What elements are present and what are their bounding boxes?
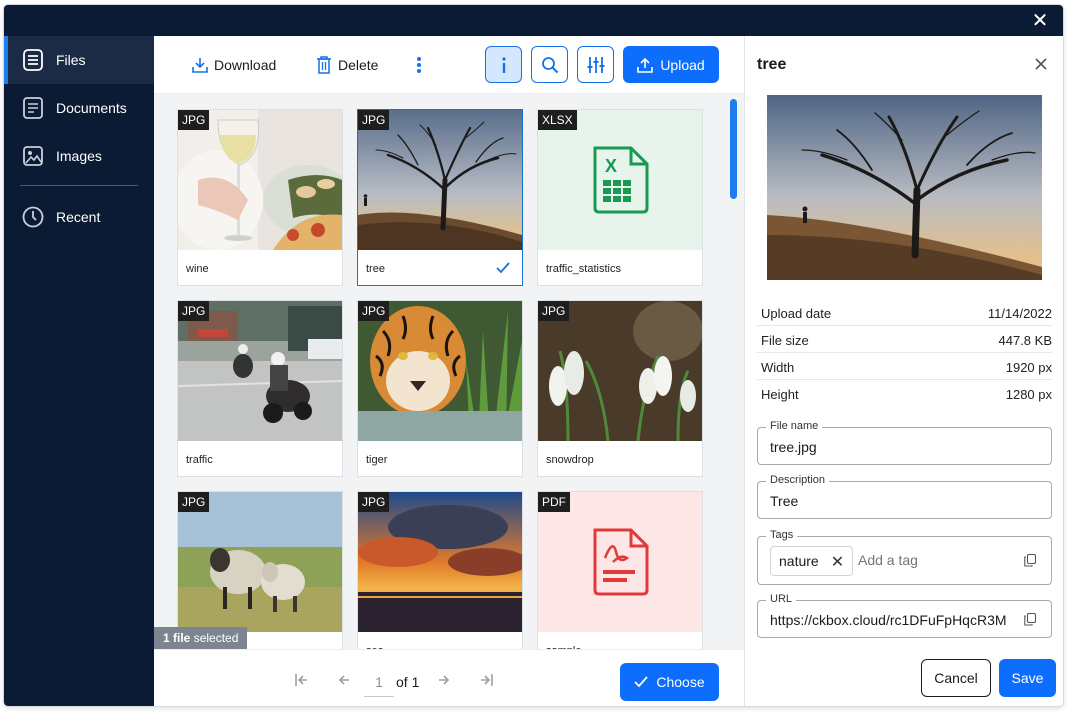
- more-vertical-icon[interactable]: [416, 53, 428, 77]
- file-type-badge: JPG: [178, 301, 210, 321]
- file-card-sample[interactable]: PDF sample: [537, 491, 703, 649]
- scrollbar[interactable]: [730, 99, 737, 199]
- copy-icon[interactable]: [1024, 613, 1036, 626]
- check-icon: [496, 262, 510, 274]
- selection-status: 1 file selected: [154, 627, 248, 649]
- pdf-icon: [593, 528, 649, 596]
- details-panel: tree Upload date 11/14/2022 File size 44…: [744, 36, 1063, 706]
- file-manager-dialog: ✕ Files Documents Images Recent Download…: [4, 5, 1063, 706]
- file-card-traffic[interactable]: JPG traffic: [177, 300, 343, 477]
- traffic-thumbnail: [178, 301, 342, 441]
- download-icon: [192, 58, 208, 73]
- wine-thumbnail: [178, 110, 342, 250]
- sidebar-item-label: Recent: [56, 209, 101, 225]
- meta-file-size: File size 447.8 KB: [757, 326, 1052, 353]
- last-page-icon[interactable]: [479, 674, 493, 686]
- sidebar-item-documents[interactable]: Documents: [4, 84, 154, 132]
- meta-height: Height 1280 px: [761, 387, 1052, 402]
- image-icon: [23, 146, 43, 166]
- details-title: tree: [757, 56, 787, 73]
- description-field[interactable]: Description Tree: [757, 474, 1052, 519]
- sidebar-item-recent[interactable]: Recent: [4, 193, 154, 241]
- tiger-thumbnail: [358, 301, 522, 441]
- file-type-badge: JPG: [358, 110, 390, 130]
- sidebar-item-files[interactable]: Files: [4, 36, 154, 84]
- sidebar-divider: [20, 185, 138, 186]
- copy-icon[interactable]: [1024, 554, 1036, 567]
- close-icon[interactable]: [1031, 54, 1051, 74]
- sidebar-item-label: Files: [56, 52, 86, 68]
- clock-icon: [22, 206, 44, 228]
- file-card-tree[interactable]: JPG tree: [357, 109, 523, 286]
- choose-button[interactable]: Choose: [620, 663, 719, 701]
- cancel-button[interactable]: Cancel: [921, 659, 991, 697]
- first-page-icon[interactable]: [295, 674, 309, 686]
- spreadsheet-icon: X: [593, 146, 649, 214]
- sea-thumbnail: [358, 492, 522, 632]
- tag-chip[interactable]: nature ✕: [770, 546, 854, 576]
- file-card-sea[interactable]: JPG sea: [357, 491, 523, 649]
- file-card-sheep[interactable]: JPG sheep: [177, 491, 343, 649]
- add-tag-input[interactable]: [858, 552, 1008, 568]
- upload-icon: [637, 57, 654, 73]
- sidebar: Files Documents Images Recent: [4, 36, 154, 706]
- meta-width: Width 1920 px: [757, 353, 1052, 380]
- remove-tag-icon[interactable]: ✕: [831, 552, 844, 571]
- upload-button[interactable]: Upload: [623, 46, 719, 83]
- file-name: snowdrop: [546, 454, 594, 466]
- next-page-icon[interactable]: [438, 674, 450, 686]
- file-card-tiger[interactable]: JPG tiger: [357, 300, 523, 477]
- save-button[interactable]: Save: [999, 659, 1056, 697]
- file-type-badge: JPG: [178, 110, 210, 130]
- check-icon: [634, 676, 649, 688]
- previous-page-icon[interactable]: [338, 674, 350, 686]
- title-bar: ✕: [4, 5, 1063, 36]
- file-name: traffic: [186, 454, 213, 466]
- toolbar: Download Delete Upload: [154, 36, 744, 94]
- file-type-badge: JPG: [538, 301, 570, 321]
- delete-button[interactable]: Delete: [316, 53, 378, 77]
- xlsx-thumbnail: X: [538, 110, 702, 250]
- preview-image: [767, 95, 1042, 280]
- search-button[interactable]: [531, 46, 568, 83]
- sliders-icon: [587, 56, 604, 73]
- file-name: tiger: [366, 454, 388, 466]
- meta-upload-date: Upload date 11/14/2022: [757, 299, 1052, 326]
- info-icon: [501, 56, 506, 73]
- svg-text:X: X: [605, 156, 617, 176]
- file-type-badge: PDF: [538, 492, 570, 512]
- page-number-input[interactable]: 1: [364, 667, 394, 697]
- file-card-snowdrop[interactable]: JPG snowdrop: [537, 300, 703, 477]
- info-button[interactable]: [485, 46, 522, 83]
- tags-field: Tags nature ✕: [757, 529, 1052, 585]
- file-name: traffic_statistics: [546, 263, 621, 275]
- close-icon[interactable]: ✕: [1031, 10, 1049, 30]
- document-icon: [23, 97, 43, 119]
- file-type-badge: JPG: [358, 492, 390, 512]
- search-icon: [541, 56, 558, 73]
- snowdrop-thumbnail: [538, 301, 702, 441]
- trash-icon: [317, 56, 331, 74]
- sidebar-item-label: Images: [56, 148, 102, 164]
- file-grid: JPG wine JPG tree X XLSX traffic_statist…: [154, 94, 744, 649]
- settings-button[interactable]: [577, 46, 614, 83]
- file-card-traffic-statistics[interactable]: X XLSX traffic_statistics: [537, 109, 703, 286]
- file-name-field[interactable]: File name tree.jpg: [757, 420, 1052, 465]
- sidebar-item-label: Documents: [56, 100, 127, 116]
- file-type-badge: JPG: [178, 492, 210, 512]
- sheep-thumbnail: [178, 492, 342, 632]
- file-type-badge: XLSX: [538, 110, 577, 130]
- file-card-wine[interactable]: JPG wine: [177, 109, 343, 286]
- download-button[interactable]: Download: [192, 53, 276, 77]
- footer: 1 of 1 Choose: [154, 649, 744, 706]
- file-type-badge: JPG: [358, 301, 390, 321]
- file-name: wine: [186, 263, 209, 275]
- file-name: tree: [366, 263, 385, 275]
- tree-thumbnail: [358, 110, 522, 250]
- pdf-thumbnail: [538, 492, 702, 632]
- page-total: of 1: [396, 674, 420, 690]
- sidebar-item-images[interactable]: Images: [4, 132, 154, 180]
- files-icon: [23, 49, 43, 71]
- url-field[interactable]: URL https://ckbox.cloud/rc1DFuFpHqcR3M: [757, 593, 1052, 638]
